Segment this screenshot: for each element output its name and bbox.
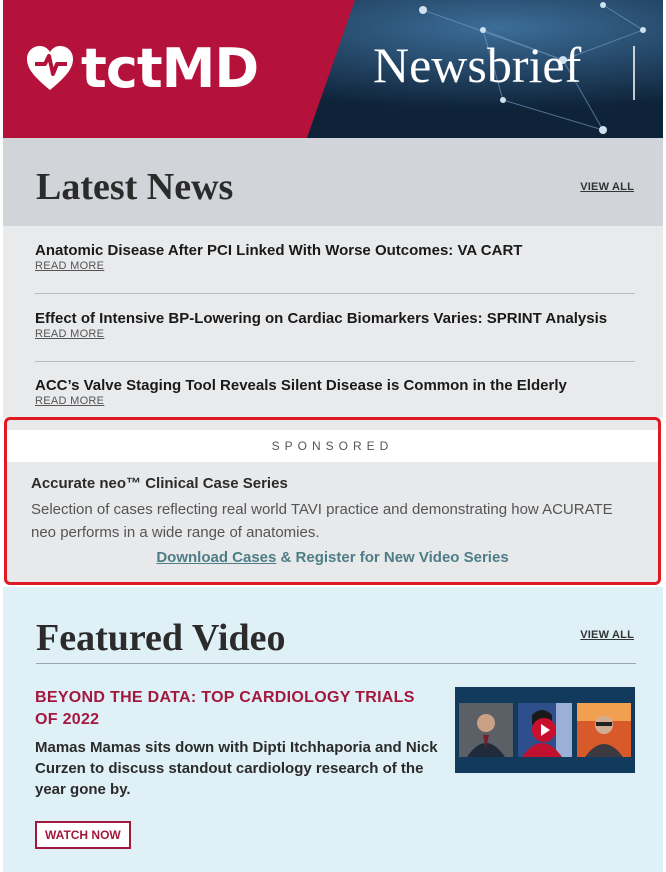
read-more-link[interactable]: READ MORE [35,395,635,407]
watch-now-button[interactable]: WATCH NOW [35,821,131,849]
newsletter: tctMD Newsbrief Latest News VIEW ALL Ana… [3,0,663,872]
news-item-title[interactable]: ACC’s Valve Staging Tool Reveals Silent … [35,377,635,395]
divider [35,361,635,362]
video-title[interactable]: BEYOND THE DATA: TOP CARDIOLOGY TRIALS O… [35,687,415,731]
latest-news-header: Latest News VIEW ALL [3,138,663,226]
read-more-link[interactable]: READ MORE [35,260,635,272]
divider [36,663,636,664]
latest-view-all-link[interactable]: VIEW ALL [580,181,634,193]
heart-logo-icon [27,46,73,90]
news-item-title[interactable]: Anatomic Disease After PCI Linked With W… [35,242,635,260]
speaker-panel [577,703,631,757]
sponsored-label: SPONSORED [7,430,658,462]
sponsored-title: Accurate neo™ Clinical Case Series [31,475,288,492]
featured-video-section: Featured Video VIEW ALL BEYOND THE DATA:… [3,587,663,872]
news-item: Effect of Intensive BP-Lowering on Cardi… [35,310,635,340]
play-icon[interactable] [532,718,556,742]
speaker-image [577,703,631,757]
latest-news-title: Latest News [36,166,234,208]
featured-video-title: Featured Video [36,617,286,659]
video-thumbnail[interactable] [455,687,635,773]
video-description: Mamas Mamas sits down with Dipti Itchhap… [35,739,438,798]
divider [35,293,635,294]
news-item-title[interactable]: Effect of Intensive BP-Lowering on Cardi… [35,310,635,328]
newsbrief-title: Newsbrief [373,37,582,93]
speaker-panel [459,703,513,757]
news-item: Anatomic Disease After PCI Linked With W… [35,242,635,272]
news-item: ACC’s Valve Staging Tool Reveals Silent … [35,377,635,407]
read-more-link[interactable]: READ MORE [35,328,635,340]
latest-news-list: Anatomic Disease After PCI Linked With W… [3,226,663,418]
logo-wordmark: tctMD [81,37,259,100]
sponsored-cta: Download Cases & Register for New Video … [7,549,658,566]
download-cases-link[interactable]: Download Cases [156,549,276,566]
header-banner: tctMD Newsbrief [3,0,663,138]
sponsored-block: SPONSORED Accurate neo™ Clinical Case Se… [4,417,661,585]
tctmd-logo[interactable]: tctMD [25,34,259,104]
register-video-text[interactable]: & Register for New Video Series [276,549,509,566]
sponsored-description: Selection of cases reflecting real world… [31,501,613,541]
featured-view-all-link[interactable]: VIEW ALL [580,629,634,641]
speaker-image [459,703,513,757]
